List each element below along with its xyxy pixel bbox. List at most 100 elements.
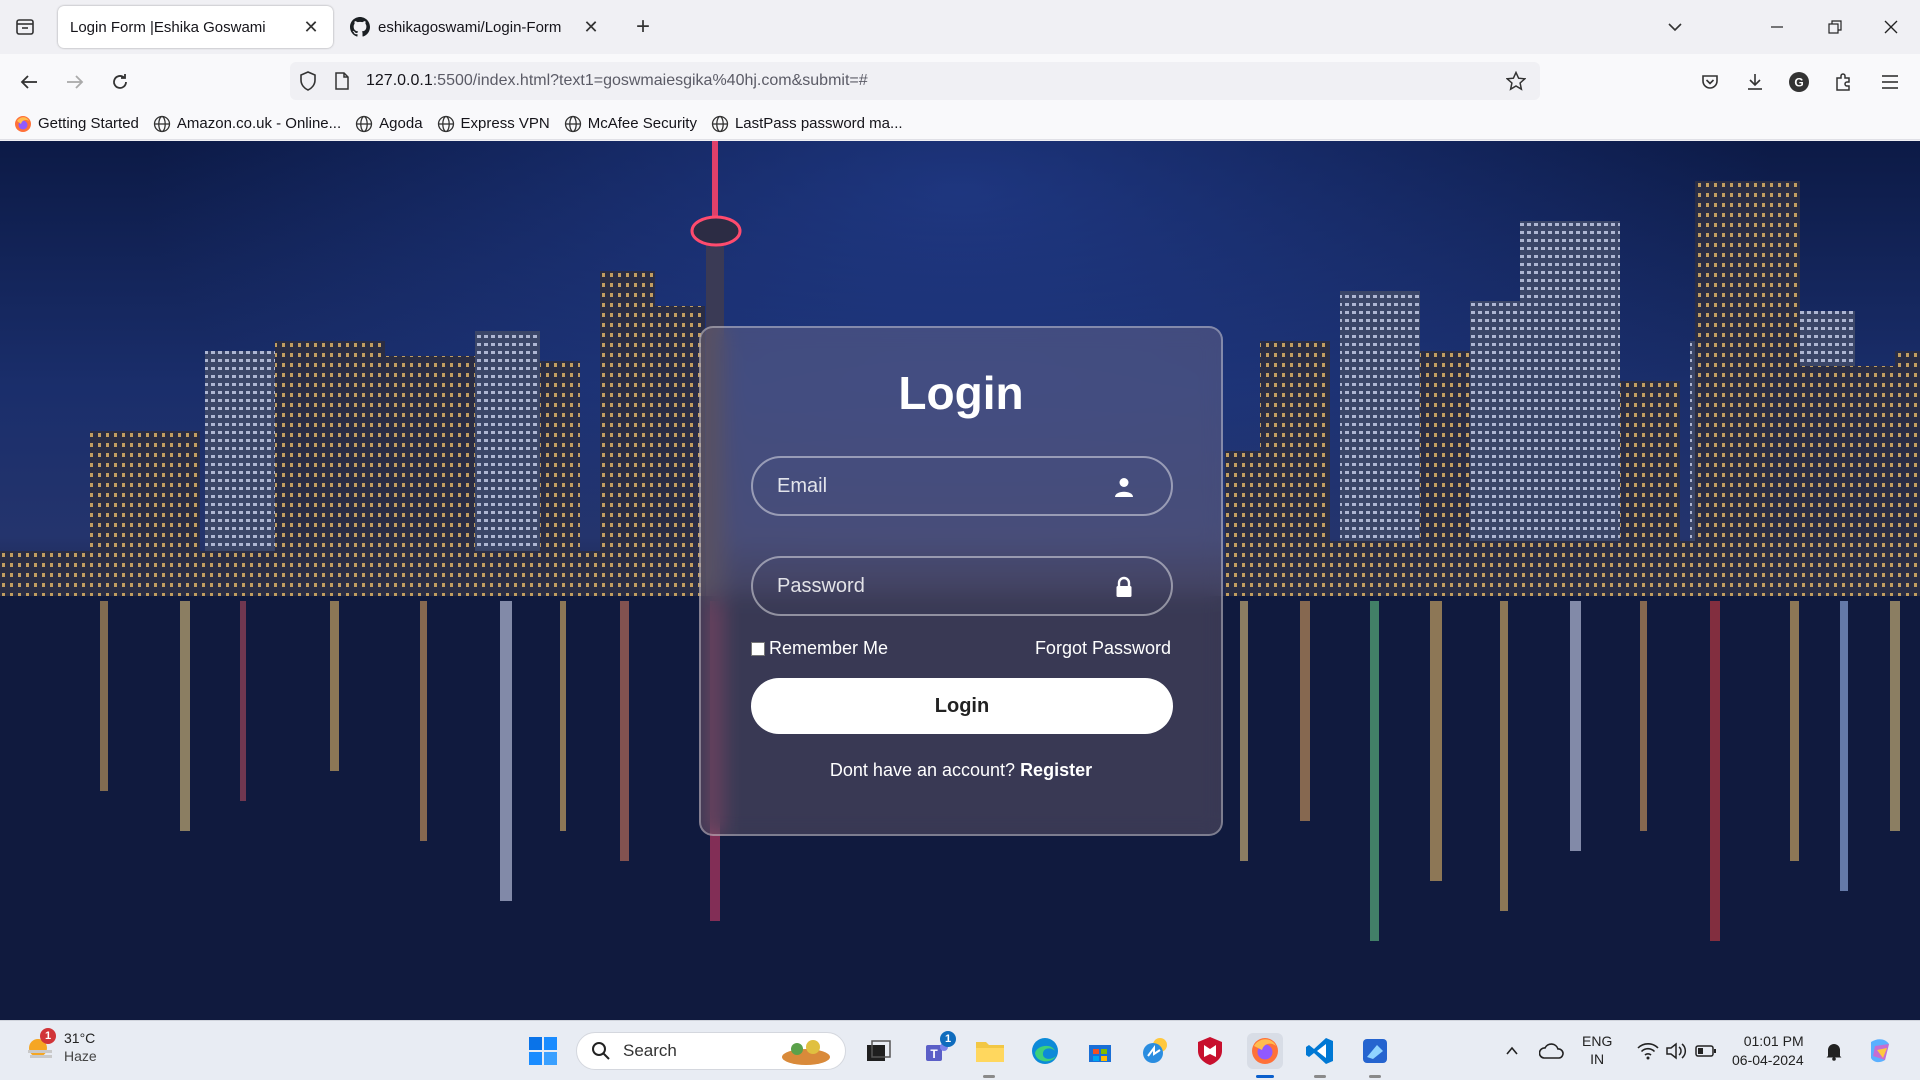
search-icon	[592, 1042, 610, 1060]
github-icon	[350, 17, 370, 37]
chevron-up-icon[interactable]	[1494, 1033, 1530, 1069]
close-icon[interactable]: ✕	[581, 17, 601, 37]
bookmark-label: McAfee Security	[587, 115, 697, 132]
reload-icon[interactable]	[105, 67, 135, 97]
extensions-icon[interactable]	[1828, 67, 1858, 97]
star-icon[interactable]	[1504, 69, 1528, 93]
forward-arrow-icon[interactable]	[60, 67, 90, 97]
download-icon[interactable]	[1740, 67, 1770, 97]
page-icon[interactable]	[330, 69, 354, 93]
bookmark-label: Amazon.co.uk - Online...	[176, 115, 342, 132]
language-indicator[interactable]: ENG IN	[1582, 1032, 1612, 1068]
onedrive-icon[interactable]	[1534, 1033, 1570, 1069]
email-field-wrapper	[751, 456, 1173, 516]
shield-icon[interactable]	[296, 69, 320, 93]
taskbar-search[interactable]: Search	[576, 1032, 846, 1070]
weather-badge: 1	[40, 1028, 56, 1044]
taskbar: 1 31°C Haze Search T 1 ENG IN 01:01 PM 0…	[0, 1020, 1920, 1080]
bookmark-label: Agoda	[379, 115, 423, 132]
restore-icon[interactable]	[1820, 12, 1850, 42]
bookmark-lastpass[interactable]: LastPass password ma...	[711, 115, 903, 133]
bookmarks-bar: Getting Started Amazon.co.uk - Online...…	[0, 108, 1920, 140]
navigation-bar: 127.0.0.1:5500/index.html?text1=goswmaie…	[0, 54, 1920, 108]
snipping-tool-icon[interactable]	[1357, 1033, 1393, 1078]
svg-text:T: T	[930, 1047, 938, 1061]
url-host: 127.0.0.1	[366, 72, 433, 89]
register-row: Dont have an account? Register	[701, 760, 1221, 781]
tab-github[interactable]: eshikagoswami/Login-Form ✕	[338, 6, 613, 48]
firefox-taskbar-icon[interactable]	[1247, 1033, 1283, 1078]
language-bottom: IN	[1590, 1051, 1605, 1067]
clock-time: 01:01 PM	[1743, 1033, 1804, 1049]
pocket-icon[interactable]	[1695, 67, 1725, 97]
teams-icon[interactable]: T 1	[918, 1031, 956, 1069]
remember-label: Remember Me	[769, 638, 889, 658]
teams-badge: 1	[940, 1031, 956, 1047]
weather-temp: 31°C	[64, 1030, 96, 1046]
login-button[interactable]: Login	[751, 678, 1173, 734]
weather-app-icon[interactable]	[1137, 1033, 1173, 1069]
mcafee-icon[interactable]	[1192, 1033, 1228, 1069]
bookmark-agoda[interactable]: Agoda	[355, 115, 423, 133]
firefox-icon	[15, 115, 31, 132]
back-arrow-icon[interactable]	[14, 67, 44, 97]
url-path: :5500/index.html?text1=goswmaiesgika%40h…	[432, 72, 868, 89]
email-input[interactable]	[753, 458, 1171, 514]
tab-title: Login Form |Eshika Goswami	[70, 18, 266, 36]
file-explorer-icon[interactable]	[972, 1033, 1008, 1078]
register-prompt: Dont have an account?	[829, 760, 1016, 780]
tab-list-icon[interactable]	[12, 14, 38, 40]
copilot-icon[interactable]	[1862, 1033, 1898, 1069]
weather-icon: 1	[24, 1028, 58, 1064]
battery-icon[interactable]	[1688, 1033, 1724, 1069]
tab-bar: Login Form |Eshika Goswami ✕ eshikagoswa…	[0, 0, 1920, 54]
minimize-icon[interactable]	[1762, 12, 1792, 42]
globe-icon	[153, 115, 171, 132]
remember-checkbox[interactable]	[751, 641, 765, 656]
new-tab-icon[interactable]: +	[630, 13, 656, 40]
bookmark-express-vpn[interactable]: Express VPN	[437, 115, 550, 133]
forgot-password-link[interactable]: Forgot Password	[1035, 638, 1171, 659]
bookmark-amazon[interactable]: Amazon.co.uk - Online...	[153, 115, 341, 133]
remember-me[interactable]: Remember Me	[751, 638, 888, 659]
weather-widget[interactable]: 1 31°C Haze	[24, 1028, 97, 1065]
language-top: ENG	[1582, 1033, 1613, 1049]
globe-icon	[356, 115, 373, 132]
bookmark-label: LastPass password ma...	[734, 115, 903, 132]
globe-icon	[711, 115, 729, 132]
lock-icon	[1116, 576, 1132, 597]
start-icon[interactable]	[525, 1033, 561, 1069]
close-icon[interactable]: ✕	[301, 17, 321, 37]
login-card: Login Remember Me Forgot Password Login …	[699, 326, 1223, 836]
vscode-icon[interactable]	[1302, 1033, 1338, 1078]
bookmark-mcafee[interactable]: McAfee Security	[564, 115, 697, 133]
svg-text:G: G	[1794, 76, 1803, 90]
bookmark-getting-started[interactable]: Getting Started	[14, 115, 139, 133]
address-bar[interactable]: 127.0.0.1:5500/index.html?text1=goswmaie…	[290, 62, 1540, 100]
grammarly-icon[interactable]: G	[1784, 67, 1814, 97]
task-view-icon[interactable]	[861, 1033, 897, 1069]
globe-icon	[437, 115, 454, 132]
register-link[interactable]: Register	[1020, 760, 1092, 780]
clock-date: 06-04-2024	[1732, 1052, 1804, 1068]
search-highlight-icon	[782, 1040, 830, 1065]
chevron-down-icon[interactable]	[1660, 12, 1690, 42]
password-input[interactable]	[753, 558, 1171, 614]
login-title: Login	[898, 367, 1024, 419]
tab-title: eshikagoswami/Login-Form	[378, 18, 562, 36]
password-field-wrapper	[751, 556, 1173, 616]
user-icon	[1115, 478, 1133, 497]
clock[interactable]: 01:01 PM 06-04-2024	[1732, 1032, 1804, 1070]
menu-icon[interactable]	[1875, 67, 1905, 97]
bookmark-label: Express VPN	[460, 115, 550, 132]
weather-condition: Haze	[64, 1048, 97, 1064]
tab-login-form[interactable]: Login Form |Eshika Goswami ✕	[58, 6, 333, 48]
globe-icon	[564, 115, 581, 132]
store-icon[interactable]	[1082, 1033, 1118, 1069]
bookmark-label: Getting Started	[38, 115, 139, 132]
bell-icon[interactable]	[1816, 1033, 1852, 1069]
url-text[interactable]: 127.0.0.1:5500/index.html?text1=goswmaie…	[366, 72, 868, 90]
edge-icon[interactable]	[1027, 1033, 1063, 1069]
window-close-icon[interactable]	[1876, 12, 1906, 42]
search-label: Search	[623, 1041, 677, 1060]
